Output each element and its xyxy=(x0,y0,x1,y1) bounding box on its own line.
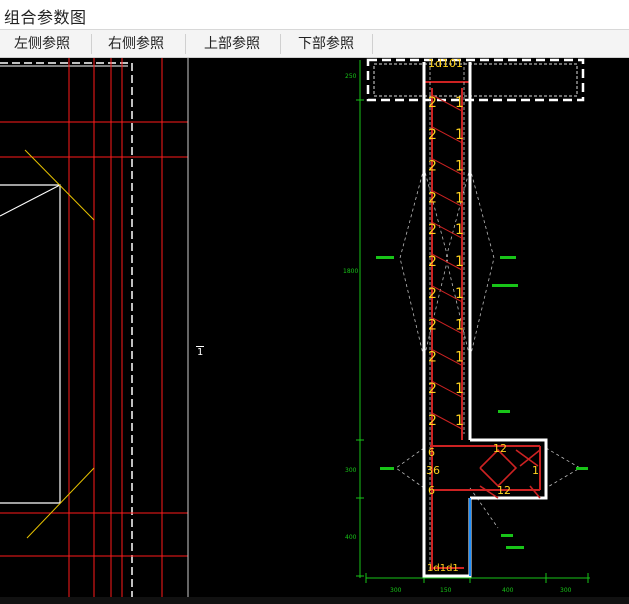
bar-row-left-label: 2 xyxy=(428,190,437,206)
flange-label: 12 xyxy=(493,442,507,455)
sheet-marker: 1 xyxy=(196,346,205,358)
bar-row-left-label: 2 xyxy=(428,159,437,175)
window-title: 组合参数图 xyxy=(4,8,87,27)
web-label: 36 xyxy=(426,464,440,477)
dim-label: 300 xyxy=(560,587,572,594)
top-flange: 1d101 xyxy=(366,58,585,102)
bar-row-left-label: 2 xyxy=(428,286,437,302)
bar-row-right-label: 1 xyxy=(455,381,464,397)
drawing-canvas[interactable]: 250 1800 300 400 300 150 400 300 1d101 2… xyxy=(0,58,629,604)
flange-label: 12 xyxy=(497,484,511,497)
bar-row-right-label: 1 xyxy=(455,318,464,334)
flange-labels: 12 1 12 6 36 6 1d1d1 xyxy=(426,442,539,574)
bar-row-right-label: 1 xyxy=(455,127,464,143)
wall-web xyxy=(422,62,548,578)
bar-row-right-label: 1 xyxy=(455,95,464,111)
dimension-lines: 250 1800 300 400 300 150 400 300 xyxy=(343,60,590,594)
bar-row-left-label: 2 xyxy=(428,381,437,397)
status-strip xyxy=(0,597,629,604)
bar-row-left-label: 2 xyxy=(428,318,437,334)
window-titlebar: 组合参数图 xyxy=(0,0,629,30)
left-reference-panel xyxy=(0,58,189,604)
web-label: 6 xyxy=(428,484,435,497)
top-cell-label: 1d101 xyxy=(428,58,463,70)
dim-label: 400 xyxy=(345,534,357,541)
flange-label: 1 xyxy=(532,464,539,477)
dim-label: 250 xyxy=(345,73,357,80)
toolbar-divider xyxy=(372,34,373,54)
bar-row-right-label: 1 xyxy=(455,286,464,302)
bar-row-left-label: 2 xyxy=(428,349,437,365)
dim-label: 1800 xyxy=(343,268,358,275)
reference-toolbar: 左侧参照 右侧参照 上部参照 下部参照 xyxy=(0,30,629,58)
bar-rows: 2 1 2 1 2 1 2 1 2 1 2 1 2 1 2 1 2 1 2 1 2 1 xyxy=(428,94,464,430)
bar-row-left-label: 2 xyxy=(428,222,437,238)
tab-left-reference[interactable]: 左侧参照 xyxy=(10,33,74,55)
tab-top-reference[interactable]: 上部参照 xyxy=(200,33,264,55)
dim-label: 300 xyxy=(390,587,402,594)
toolbar-divider xyxy=(91,34,92,54)
bar-row-right-label: 1 xyxy=(455,159,464,175)
bar-row-right-label: 1 xyxy=(455,222,464,238)
dim-label: 150 xyxy=(440,587,452,594)
tab-right-reference[interactable]: 右侧参照 xyxy=(104,33,168,55)
tab-bottom-reference[interactable]: 下部参照 xyxy=(294,33,358,55)
dim-label: 400 xyxy=(502,587,514,594)
toolbar-divider xyxy=(185,34,186,54)
dim-label: 300 xyxy=(345,467,357,474)
bar-row-right-label: 1 xyxy=(455,254,464,270)
bar-row-right-label: 1 xyxy=(455,190,464,206)
bar-row-left-label: 2 xyxy=(428,127,437,143)
bar-row-left-label: 2 xyxy=(428,413,437,429)
bottom-cell-label: 1d1d1 xyxy=(427,563,459,574)
cad-drawing[interactable]: 250 1800 300 400 300 150 400 300 1d101 2… xyxy=(0,58,629,604)
bar-row-left-label: 2 xyxy=(428,95,437,111)
bar-row-right-label: 1 xyxy=(455,349,464,365)
bar-row-left-label: 2 xyxy=(428,254,437,270)
web-label: 6 xyxy=(428,446,435,459)
bar-row-right-label: 1 xyxy=(455,413,464,429)
toolbar-divider xyxy=(280,34,281,54)
